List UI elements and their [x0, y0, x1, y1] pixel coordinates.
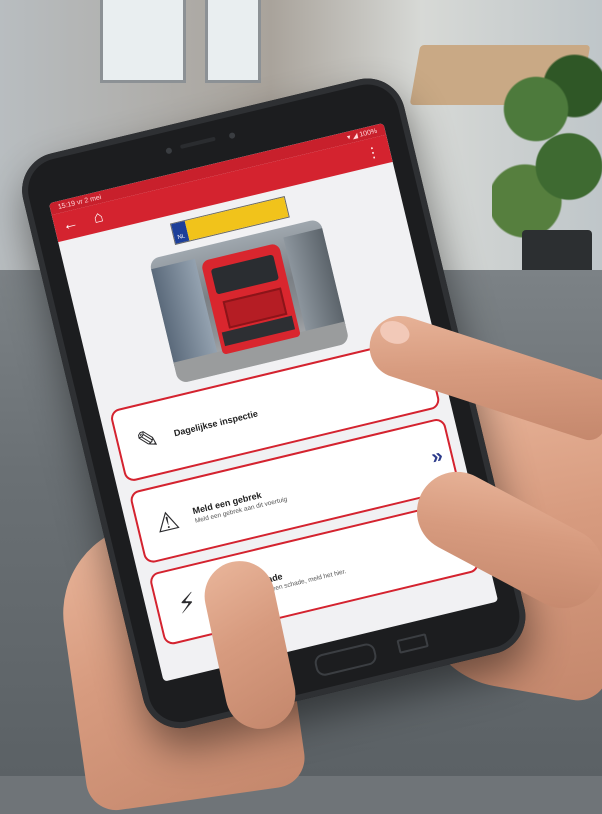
lightning-icon: ⚡	[174, 585, 200, 620]
action-title: Meld een gebrek	[191, 489, 263, 516]
truck-windshield	[210, 254, 280, 295]
chevron-double-right-icon: »	[429, 445, 440, 469]
sensor-dot	[228, 131, 236, 140]
truck-image	[200, 242, 301, 355]
action-title: Dagelijkse inspectie	[172, 408, 259, 439]
hardware-home-button[interactable]	[312, 641, 379, 678]
overflow-menu-icon[interactable]: ⋮	[364, 143, 382, 163]
clipboard-edit-icon: ✎	[133, 422, 162, 457]
fingernail	[377, 317, 413, 348]
back-icon[interactable]: ←	[61, 214, 81, 234]
camera-dot	[165, 147, 173, 155]
speaker-grille	[179, 136, 216, 149]
action-subtitle: Meld een gebrek aan dit voertuig	[194, 495, 288, 525]
back-key[interactable]	[396, 633, 429, 654]
home-icon[interactable]: ⌂	[92, 208, 105, 227]
warning-icon: ⚠	[152, 503, 183, 539]
